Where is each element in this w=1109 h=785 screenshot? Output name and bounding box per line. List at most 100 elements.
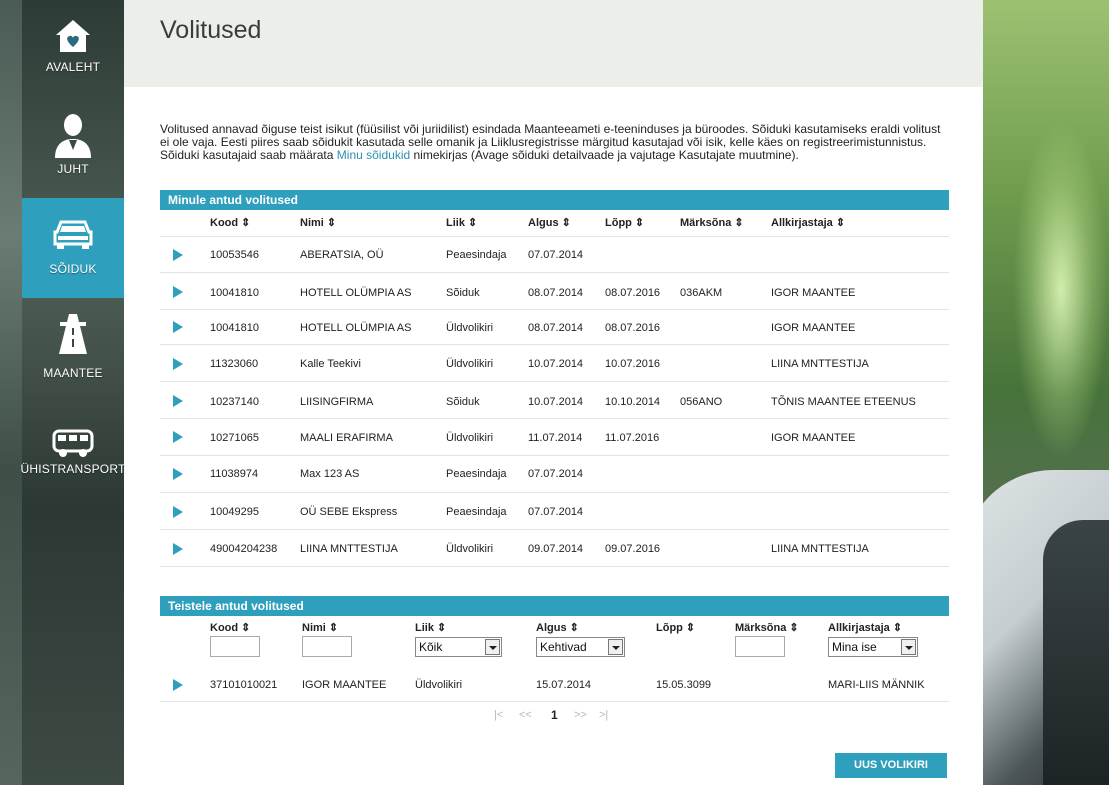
page-header: Volitused — [124, 0, 983, 87]
expand-row-icon[interactable] — [173, 543, 183, 555]
cell-end: 08.07.2016 — [605, 287, 661, 299]
dropdown-arrow-icon — [485, 639, 500, 655]
pager-current[interactable]: 1 — [551, 708, 558, 722]
col-header-type[interactable]: Liik ⇕ — [446, 216, 477, 229]
col-header-signer[interactable]: Allkirjastaja ⇕ — [828, 621, 902, 634]
main-sidebar: AVALEHT JUHT SÕIDUK MAANTEE ÜHISTRANSPOR… — [20, 0, 125, 785]
cell-end: 10.07.2016 — [605, 358, 661, 370]
filter-signer-select[interactable]: Mina ise — [828, 637, 918, 657]
col-header-code[interactable]: Kood ⇕ — [210, 216, 250, 229]
expand-row-icon[interactable] — [173, 321, 183, 333]
row-divider — [160, 701, 949, 702]
row-divider — [160, 566, 949, 567]
filter-code-input[interactable] — [210, 636, 260, 657]
cell-name: ABERATSIA, OÜ — [300, 249, 384, 261]
cell-signer: TÕNIS MAANTEE ETEENUS — [771, 396, 916, 408]
expand-row-icon[interactable] — [173, 431, 183, 443]
cell-type: Sõiduk — [446, 287, 480, 299]
expand-row-icon[interactable] — [173, 506, 183, 518]
col-header-end[interactable]: Lõpp ⇕ — [656, 621, 695, 634]
nav-public-transport-label: ÜHISTRANSPORT — [20, 462, 126, 476]
my-vehicles-link[interactable]: Minu sõidukid — [337, 148, 410, 162]
cell-start: 11.07.2014 — [528, 432, 583, 444]
cell-code: 11038974 — [210, 468, 259, 480]
cell-end: 09.07.2016 — [605, 543, 661, 555]
row-divider — [160, 455, 949, 456]
car-icon — [53, 220, 93, 249]
cell-signer: MARI-LIIS MÄNNIK — [828, 679, 925, 691]
col-header-keyword[interactable]: Märksõna ⇕ — [680, 216, 744, 229]
pager-first[interactable]: |< — [494, 709, 503, 721]
pager-prev[interactable]: << — [519, 709, 532, 721]
pager-last[interactable]: >| — [599, 709, 608, 721]
cell-code: 37101010021 — [210, 679, 278, 691]
cell-code: 10053546 — [210, 249, 259, 261]
cell-start: 07.07.2014 — [528, 468, 584, 480]
dropdown-arrow-icon — [608, 639, 623, 655]
cell-start: 09.07.2014 — [528, 543, 584, 555]
filter-start-select[interactable]: Kehtivad — [536, 637, 625, 657]
filter-start-value: Kehtivad — [540, 640, 587, 654]
cell-start: 07.07.2014 — [528, 249, 584, 261]
row-divider — [160, 309, 949, 310]
section-given-to-me-title: Minule antud volitused — [160, 190, 949, 210]
filter-name-input[interactable] — [302, 636, 352, 657]
col-header-name[interactable]: Nimi ⇕ — [302, 621, 338, 634]
nav-driver-label: JUHT — [57, 162, 89, 176]
cell-code: 11323060 — [210, 358, 259, 370]
filter-keyword-input[interactable] — [735, 636, 785, 657]
pager-next[interactable]: >> — [574, 709, 587, 721]
nav-home[interactable]: AVALEHT — [22, 6, 124, 94]
cell-start: 10.07.2014 — [528, 396, 584, 408]
road-icon — [59, 314, 87, 354]
col-header-keyword[interactable]: Märksõna ⇕ — [735, 621, 799, 634]
section-given-to-others-title: Teistele antud volitused — [160, 596, 949, 616]
intro-text-end: nimekirjas (Avage sõiduki detailvaade ja… — [410, 148, 799, 162]
cell-keyword: 056ANO — [680, 396, 723, 408]
cell-keyword: 036AKM — [680, 287, 723, 299]
cell-type: Peaesindaja — [446, 468, 507, 480]
col-header-end[interactable]: Lõpp ⇕ — [605, 216, 644, 229]
cell-start: 08.07.2014 — [528, 287, 584, 299]
cell-type: Peaesindaja — [446, 249, 507, 261]
expand-row-icon[interactable] — [173, 358, 183, 370]
row-divider — [160, 272, 949, 273]
nav-road[interactable]: MAANTEE — [22, 300, 124, 395]
col-header-type[interactable]: Liik ⇕ — [415, 621, 446, 634]
cell-name: Max 123 AS — [300, 468, 360, 480]
nav-public-transport[interactable]: ÜHISTRANSPORT — [0, 412, 146, 492]
cell-name: Kalle Teekivi — [300, 358, 361, 370]
col-header-signer[interactable]: Allkirjastaja ⇕ — [771, 216, 845, 229]
expand-row-icon[interactable] — [173, 286, 183, 298]
cell-signer: IGOR MAANTEE — [771, 322, 856, 334]
cell-name: HOTELL OLÜMPIA AS — [300, 287, 412, 299]
expand-row-icon[interactable] — [173, 395, 183, 407]
nav-driver[interactable]: JUHT — [22, 98, 124, 194]
new-authorization-button[interactable]: UUS VOLIKIRI — [835, 753, 947, 778]
expand-row-icon[interactable] — [173, 249, 183, 261]
filter-signer-value: Mina ise — [832, 640, 877, 654]
expand-row-icon[interactable] — [173, 468, 183, 480]
cell-end: 15.05.3099 — [656, 679, 712, 691]
dropdown-arrow-icon — [901, 639, 916, 655]
nav-vehicle[interactable]: SÕIDUK — [22, 198, 124, 298]
cell-signer: IGOR MAANTEE — [771, 432, 856, 444]
cell-start: 10.07.2014 — [528, 358, 584, 370]
row-divider — [160, 381, 949, 382]
filter-type-select[interactable]: Kõik — [415, 637, 502, 657]
cell-name: LIISINGFIRMA — [300, 396, 374, 408]
row-divider — [160, 418, 949, 419]
home-icon — [56, 20, 90, 52]
col-header-start[interactable]: Algus ⇕ — [528, 216, 571, 229]
row-divider — [160, 236, 949, 237]
cell-start: 15.07.2014 — [536, 679, 592, 691]
expand-row-icon[interactable] — [173, 679, 183, 691]
col-header-code[interactable]: Kood ⇕ — [210, 621, 250, 634]
cell-type: Peaesindaja — [446, 506, 507, 518]
cell-name: OÜ SEBE Ekspress — [300, 506, 398, 518]
col-header-start[interactable]: Algus ⇕ — [536, 621, 579, 634]
col-header-name[interactable]: Nimi ⇕ — [300, 216, 336, 229]
cell-start: 07.07.2014 — [528, 506, 584, 518]
cell-type: Üldvolikiri — [446, 358, 494, 370]
left-background-strip — [0, 0, 22, 785]
